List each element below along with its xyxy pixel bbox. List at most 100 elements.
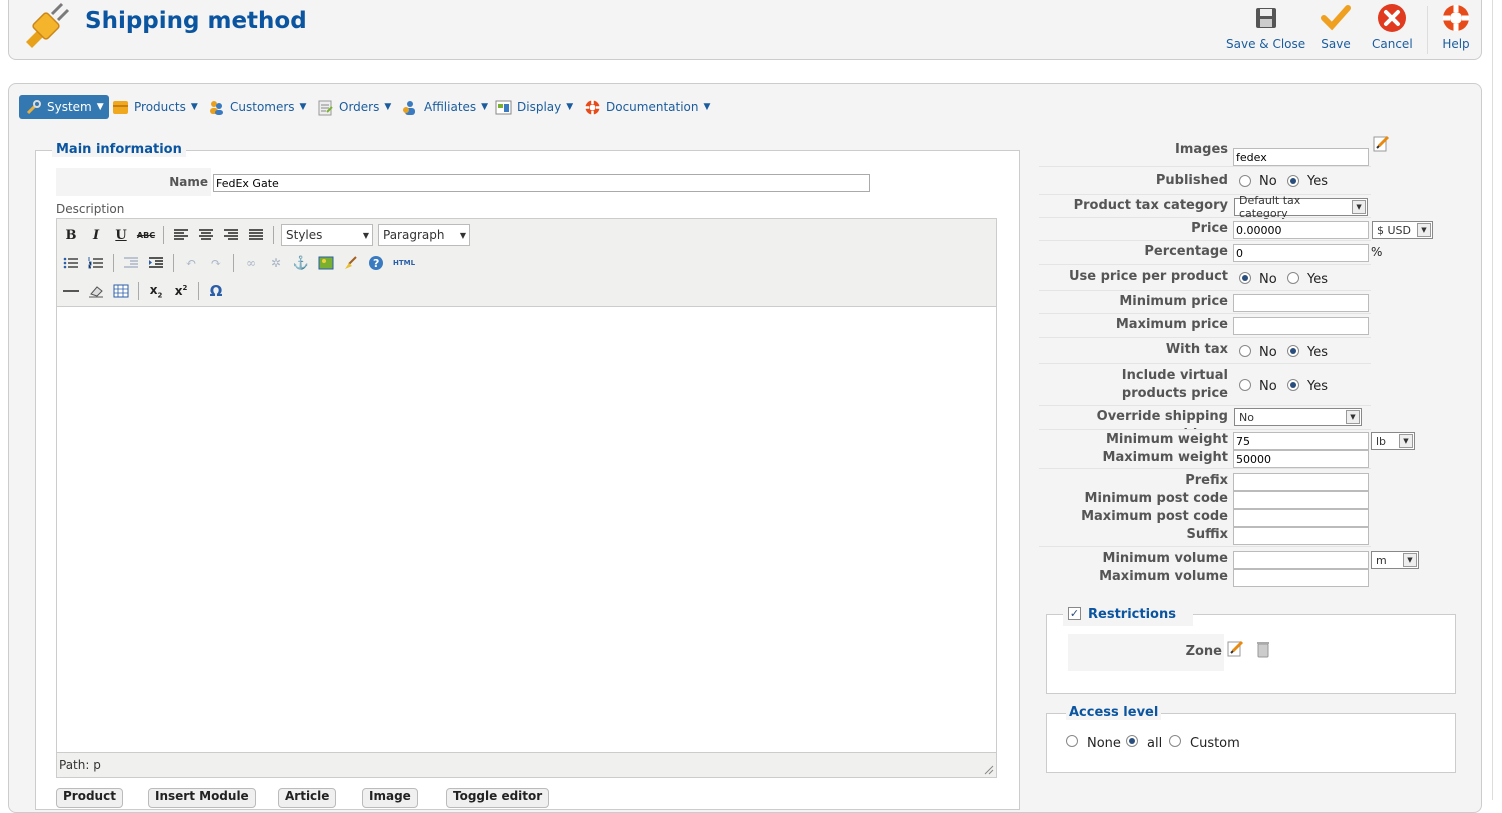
menu-display[interactable]: Display ▼ xyxy=(495,95,573,119)
horizontal-rule-button[interactable] xyxy=(61,281,81,301)
bullet-list-button[interactable] xyxy=(61,253,81,273)
help-button[interactable]: Help xyxy=(1440,2,1472,51)
checkmark-icon xyxy=(1321,5,1351,31)
special-char-button[interactable]: Ω xyxy=(206,281,226,301)
justify-button[interactable] xyxy=(246,225,266,245)
help-editor-button[interactable]: ? xyxy=(366,253,386,273)
bold-button[interactable]: B xyxy=(61,225,81,245)
use-price-row: Use price per product xyxy=(1039,265,1232,290)
align-center-button[interactable] xyxy=(196,225,216,245)
align-right-button[interactable] xyxy=(221,225,241,245)
max-weight-input[interactable] xyxy=(1233,450,1369,468)
main-information-legend: Main information xyxy=(52,142,186,157)
insert-module-button[interactable]: Insert Module xyxy=(148,788,256,808)
toolbar-divider xyxy=(1427,6,1428,54)
access-all-radio[interactable] xyxy=(1126,735,1138,747)
currency-select[interactable]: $ USD ▼ xyxy=(1372,221,1433,239)
strikethrough-button[interactable]: ABC xyxy=(136,225,156,245)
weight-unit-select[interactable]: lb ▼ xyxy=(1371,432,1415,450)
resize-handle-icon[interactable] xyxy=(984,764,994,775)
display-icon xyxy=(495,100,512,114)
link-button[interactable]: ∞ xyxy=(241,253,261,273)
styles-select[interactable]: Styles ▼ xyxy=(281,224,373,246)
access-custom-radio[interactable] xyxy=(1169,735,1181,747)
delete-zone-icon[interactable] xyxy=(1256,640,1270,658)
anchor-button[interactable]: ⚓ xyxy=(291,253,311,273)
restrictions-checkbox[interactable]: ✓ xyxy=(1068,607,1081,620)
include-virtual-no-radio[interactable] xyxy=(1239,379,1251,391)
lifebuoy-icon xyxy=(585,99,600,115)
wrench-icon xyxy=(26,99,41,114)
superscript-button[interactable]: x2 xyxy=(171,281,191,301)
use-price-no-radio[interactable] xyxy=(1239,272,1251,284)
align-left-button[interactable] xyxy=(171,225,191,245)
format-select-value: Paragraph xyxy=(383,228,445,242)
override-address-select[interactable]: No ▼ xyxy=(1234,408,1362,426)
images-input[interactable] xyxy=(1233,148,1369,166)
prefix-input[interactable] xyxy=(1233,473,1369,491)
use-price-label: Use price per product xyxy=(1068,269,1228,284)
toggle-editor-button[interactable]: Toggle editor xyxy=(446,788,550,808)
chevron-down-icon: ▼ xyxy=(1346,410,1360,424)
affiliates-icon xyxy=(403,100,415,115)
min-price-input[interactable] xyxy=(1233,294,1369,312)
anchor-icon: ⚓ xyxy=(292,255,310,271)
menu-affiliates[interactable]: Affiliates ▼ xyxy=(402,95,488,119)
product-button[interactable]: Product xyxy=(56,788,123,808)
suffix-input[interactable] xyxy=(1233,527,1369,545)
cancel-button[interactable]: Cancel xyxy=(1372,2,1413,51)
chevron-down-icon: ▼ xyxy=(1352,200,1366,214)
tax-category-select[interactable]: Default tax category ▼ xyxy=(1234,194,1368,220)
insert-table-button[interactable] xyxy=(111,281,131,301)
volume-unit-select[interactable]: m ▼ xyxy=(1371,551,1419,569)
suffix-label: Suffix xyxy=(1186,527,1228,542)
edit-images-icon[interactable] xyxy=(1373,134,1391,152)
html-source-button[interactable]: HTML xyxy=(391,253,417,273)
percentage-input[interactable] xyxy=(1233,244,1369,262)
menu-customers[interactable]: Customers ▼ xyxy=(208,95,306,119)
page-title: Shipping method xyxy=(85,8,307,34)
redo-button[interactable]: ↷ xyxy=(206,253,226,273)
article-button[interactable]: Article xyxy=(278,788,337,808)
cancel-label: Cancel xyxy=(1372,37,1413,51)
min-volume-input[interactable] xyxy=(1233,551,1369,569)
menu-system[interactable]: System ▼ xyxy=(19,95,109,119)
save-button[interactable]: Save xyxy=(1320,2,1352,51)
max-price-input[interactable] xyxy=(1233,317,1369,335)
subscript-button[interactable]: x2 xyxy=(146,281,166,301)
format-select[interactable]: Paragraph ▼ xyxy=(378,224,470,246)
editor-content-area[interactable] xyxy=(57,306,996,753)
scrollbar[interactable] xyxy=(1492,0,1502,800)
save-close-button[interactable]: Save & Close xyxy=(1226,2,1305,51)
cleanup-button[interactable] xyxy=(341,253,361,273)
include-virtual-yes-radio[interactable] xyxy=(1287,379,1299,391)
with-tax-no-radio[interactable] xyxy=(1239,345,1251,357)
menu-products[interactable]: Products ▼ xyxy=(112,95,198,119)
image-button[interactable]: Image xyxy=(362,788,418,808)
underline-button[interactable]: U xyxy=(111,225,131,245)
outdent-button[interactable] xyxy=(121,253,141,273)
with-tax-yes-radio[interactable] xyxy=(1287,345,1299,357)
min-postcode-input[interactable] xyxy=(1233,491,1369,509)
use-price-yes-radio[interactable] xyxy=(1287,272,1299,284)
menu-documentation[interactable]: Documentation ▼ xyxy=(584,95,710,119)
min-weight-input[interactable] xyxy=(1233,432,1369,450)
max-volume-input[interactable] xyxy=(1233,569,1369,587)
italic-button[interactable]: I xyxy=(86,225,106,245)
menu-system-label: System xyxy=(47,100,92,114)
price-input[interactable] xyxy=(1233,221,1369,239)
access-none-radio[interactable] xyxy=(1066,735,1078,747)
max-postcode-input[interactable] xyxy=(1233,509,1369,527)
published-no-radio[interactable] xyxy=(1239,175,1251,187)
remove-format-button[interactable] xyxy=(86,281,106,301)
name-input[interactable] xyxy=(213,174,870,192)
menu-orders[interactable]: Orders ▼ xyxy=(317,95,391,119)
numbered-list-button[interactable] xyxy=(86,253,106,273)
edit-zone-icon[interactable] xyxy=(1227,639,1245,657)
insert-image-button[interactable] xyxy=(316,253,336,273)
published-yes-radio[interactable] xyxy=(1287,175,1299,187)
undo-button[interactable]: ↶ xyxy=(181,253,201,273)
indent-button[interactable] xyxy=(146,253,166,273)
menu-display-label: Display xyxy=(517,100,562,114)
unlink-button[interactable]: ✲ xyxy=(266,253,286,273)
